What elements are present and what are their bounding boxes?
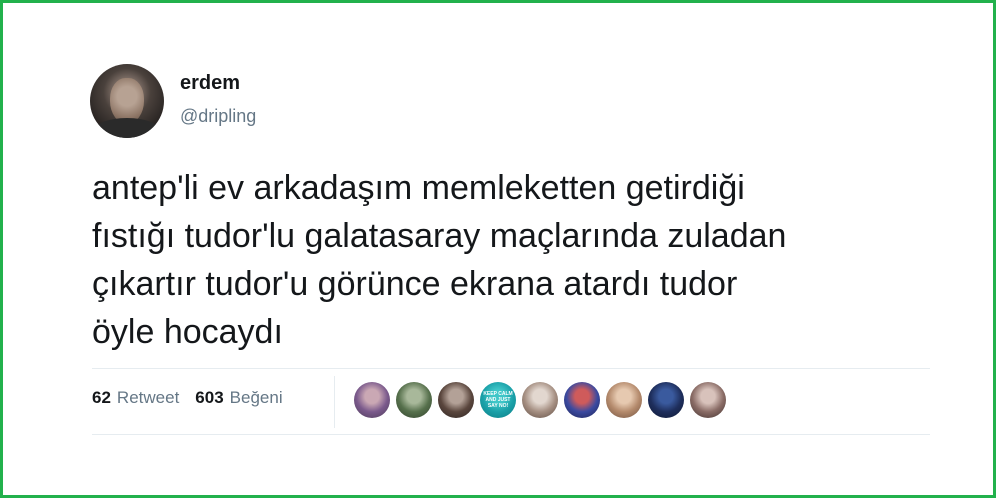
retweet-count: 62: [92, 388, 111, 407]
liker-avatar-text: KEEP CALM AND JUST SAY NO!: [483, 391, 513, 409]
stats-separator: [334, 376, 335, 428]
tweet-stats: 62 Retweet 603 Beğeni: [92, 386, 283, 410]
like-stat[interactable]: 603 Beğeni: [195, 388, 282, 408]
like-label: Beğeni: [229, 388, 283, 407]
liker-avatar[interactable]: [648, 382, 684, 418]
avatar[interactable]: [90, 64, 164, 138]
user-handle[interactable]: @dripling: [180, 106, 256, 127]
liker-avatar[interactable]: KEEP CALM AND JUST SAY NO!: [480, 382, 516, 418]
liker-avatar[interactable]: [522, 382, 558, 418]
retweet-label: Retweet: [116, 388, 180, 407]
user-display-name[interactable]: erdem: [180, 72, 240, 95]
liker-avatar[interactable]: [564, 382, 600, 418]
divider-top: [92, 368, 930, 369]
divider-bottom: [92, 434, 930, 435]
tweet-text: antep'li ev arkadaşım memleketten getird…: [92, 169, 787, 351]
avatar-shoulders: [92, 118, 162, 138]
liker-avatar[interactable]: [690, 382, 726, 418]
liker-avatar[interactable]: [396, 382, 432, 418]
liker-avatar[interactable]: [606, 382, 642, 418]
retweet-stat[interactable]: 62 Retweet: [92, 388, 179, 408]
like-count: 603: [195, 388, 224, 407]
liker-avatar[interactable]: [438, 382, 474, 418]
liker-avatars: KEEP CALM AND JUST SAY NO!: [354, 382, 726, 418]
liker-avatar[interactable]: [354, 382, 390, 418]
